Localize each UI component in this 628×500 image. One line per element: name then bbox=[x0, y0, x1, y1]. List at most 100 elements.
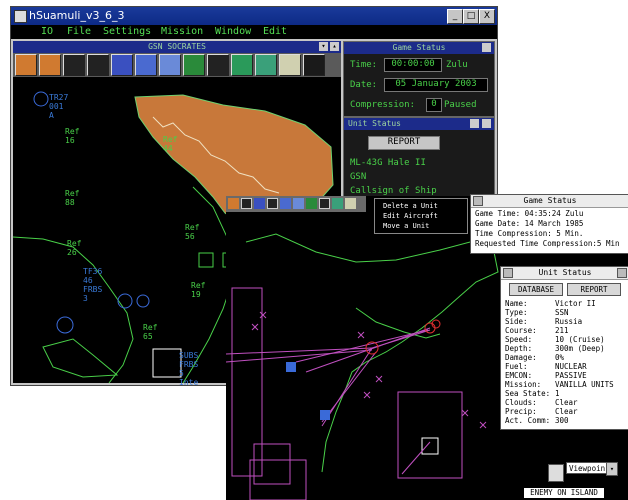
panel-maximize-icon[interactable] bbox=[617, 268, 627, 278]
aircraft-tool-icon[interactable] bbox=[159, 54, 181, 76]
unit-field-row: Fuel: NUCLEAR bbox=[505, 362, 587, 371]
unit-label[interactable]: TF36 46 FRBS 3 bbox=[83, 267, 102, 303]
db-tool-icon[interactable] bbox=[111, 54, 133, 76]
title-bar[interactable]: hSuamuli_v3_6_3 _ □ X bbox=[11, 7, 497, 25]
friendly-unit-symbol[interactable] bbox=[320, 410, 330, 420]
contact-lines bbox=[226, 327, 431, 475]
unit-field-row: Act. Comm: 300 bbox=[505, 416, 569, 425]
rotate-tool-icon[interactable] bbox=[39, 54, 61, 76]
menu-mission[interactable]: Mission bbox=[161, 26, 203, 37]
unit-label[interactable]: Ref 19 bbox=[191, 281, 205, 299]
unit-depth-value: 300m (Deep) bbox=[555, 344, 605, 353]
unit-status-line: Callsign of Ship bbox=[350, 186, 437, 196]
unit-speed-value: 10 (Cruise) bbox=[555, 335, 605, 344]
coastline-main bbox=[245, 233, 499, 473]
db-tool-icon[interactable] bbox=[280, 198, 291, 209]
panel-menu-icon[interactable] bbox=[470, 119, 479, 128]
bars-tool-icon[interactable] bbox=[345, 198, 356, 209]
minimize-button[interactable]: _ bbox=[447, 9, 463, 24]
unit-info-icon[interactable] bbox=[87, 54, 109, 76]
game-status-title: Game Status bbox=[344, 42, 494, 54]
crosshair-tool-icon[interactable] bbox=[228, 198, 239, 209]
unit-square-marker[interactable] bbox=[198, 252, 214, 268]
chevron-down-icon[interactable]: ▾ bbox=[606, 462, 618, 476]
close-button[interactable]: X bbox=[479, 9, 495, 24]
patrol-zone[interactable] bbox=[397, 391, 463, 479]
panel-maximize-icon[interactable]: ▴ bbox=[330, 42, 339, 51]
panel-menu-icon[interactable]: ▾ bbox=[319, 42, 328, 51]
crosshair-tool-icon[interactable] bbox=[15, 54, 37, 76]
unit-field-row: Depth: 300m (Deep) bbox=[505, 344, 605, 353]
unit-symbol-blue[interactable] bbox=[117, 293, 133, 309]
menu-file[interactable]: File bbox=[67, 26, 91, 37]
sensor-tool-icon[interactable] bbox=[207, 54, 229, 76]
ship-tool-icon[interactable] bbox=[306, 198, 317, 209]
menu-move-unit[interactable]: Move a Unit bbox=[383, 222, 429, 230]
unit-status-panel-back: Unit Status REPORT ML-43G Hale II GSN Ca… bbox=[343, 117, 495, 203]
unit-symbol-blue[interactable] bbox=[33, 91, 49, 107]
sensor-tool-icon[interactable] bbox=[319, 198, 330, 209]
viewpoint-icon[interactable] bbox=[548, 464, 564, 482]
unit-field-row: Course: 211 bbox=[505, 326, 569, 335]
menu-bar: IO File Settings Mission Window Edit bbox=[11, 25, 497, 39]
unit-field-row: Name: Victor II bbox=[505, 299, 596, 308]
friendly-unit-symbol[interactable] bbox=[286, 362, 296, 372]
unit-label[interactable]: Ref 26 bbox=[67, 239, 81, 257]
menu-io[interactable]: IO bbox=[41, 26, 53, 37]
menu-edit[interactable]: Edit bbox=[263, 26, 287, 37]
date-field: 05 January 2003 bbox=[384, 78, 488, 92]
patrol-zone[interactable] bbox=[249, 459, 307, 500]
report-button[interactable]: REPORT bbox=[368, 136, 440, 150]
database-button[interactable]: DATABASE bbox=[509, 283, 563, 296]
selected-unit-box[interactable] bbox=[152, 348, 182, 378]
zoom-tool-icon[interactable] bbox=[254, 198, 265, 209]
patrol-zone[interactable] bbox=[253, 443, 291, 485]
unit-status-line: GSN bbox=[350, 172, 367, 182]
unit-field-row: Side: Russia bbox=[505, 317, 583, 326]
compression-field[interactable]: 0 bbox=[426, 98, 442, 112]
game-time-row: Game Time: 04:35:24 Zulu bbox=[475, 209, 584, 218]
unit-status-line: ML-43G Hale II bbox=[350, 158, 426, 168]
menu-window[interactable]: Window bbox=[215, 26, 251, 37]
unit-field-row: Sea State: 1 bbox=[505, 389, 560, 398]
report-button[interactable]: REPORT bbox=[567, 283, 621, 296]
unit-label[interactable]: Ref 56 bbox=[185, 223, 199, 241]
unit-field-row: Type: SSN bbox=[505, 308, 569, 317]
patrol-zone[interactable] bbox=[231, 287, 263, 477]
unit-info-icon[interactable] bbox=[267, 198, 278, 209]
panel-minimize-icon[interactable] bbox=[482, 43, 491, 52]
unit-field-row: Damage: 0% bbox=[505, 353, 565, 362]
unit-label[interactable]: Ref 65 bbox=[143, 323, 157, 341]
unit-symbol-blue[interactable] bbox=[136, 294, 150, 308]
unit-label[interactable]: TR27 001 A bbox=[49, 93, 68, 120]
maximize-button[interactable]: □ bbox=[463, 9, 479, 24]
unit-label[interactable]: Ref 44 bbox=[163, 135, 177, 153]
menu-delete-unit[interactable]: Delete a Unit bbox=[383, 202, 438, 210]
range-tool-icon[interactable] bbox=[135, 54, 157, 76]
unit-label[interactable]: Ref 88 bbox=[65, 189, 79, 207]
ship-tool-icon[interactable] bbox=[183, 54, 205, 76]
radar-tool-icon[interactable] bbox=[332, 198, 343, 209]
shape-tool-icon[interactable] bbox=[303, 54, 325, 76]
unit-side-value: Russia bbox=[555, 317, 583, 326]
selected-contact-box[interactable] bbox=[421, 437, 439, 455]
unit-label[interactable]: Ref 16 bbox=[65, 127, 79, 145]
unit-field-row: Clouds: Clear bbox=[505, 398, 578, 407]
rotate-tool-icon[interactable] bbox=[241, 198, 252, 209]
unit-label[interactable]: SUBS FRBS 5 Inte bbox=[179, 351, 198, 387]
time-field: 00:00:00 bbox=[384, 58, 442, 72]
panel-maximize-icon[interactable] bbox=[482, 119, 491, 128]
bars-tool-icon[interactable] bbox=[279, 54, 301, 76]
unit-symbol-blue[interactable] bbox=[56, 316, 74, 334]
panel-minimize-icon[interactable] bbox=[473, 196, 483, 206]
game-time-value: 04:35:24 Zulu bbox=[524, 209, 584, 218]
aircraft-tool-icon[interactable] bbox=[293, 198, 304, 209]
menu-settings[interactable]: Settings bbox=[103, 26, 151, 37]
unit-mission-value: VANILLA UNITS bbox=[555, 380, 614, 389]
menu-edit-aircraft[interactable]: Edit Aircraft bbox=[383, 212, 438, 220]
weapon-tool-icon[interactable] bbox=[231, 54, 253, 76]
radar-tool-icon[interactable] bbox=[255, 54, 277, 76]
panel-minimize-icon[interactable] bbox=[503, 268, 513, 278]
front-toolbar bbox=[226, 196, 366, 212]
zoom-tool-icon[interactable] bbox=[63, 54, 85, 76]
